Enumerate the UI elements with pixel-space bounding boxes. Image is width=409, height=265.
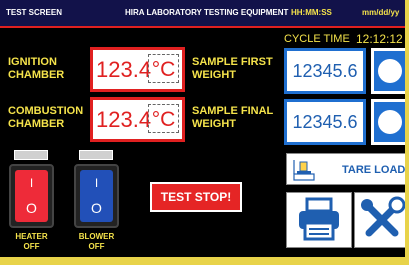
circle-icon xyxy=(378,59,402,83)
blower-off-mark: O xyxy=(91,200,102,216)
tare-load-label: TARE LOAD xyxy=(342,164,405,176)
blower-on-mark: I xyxy=(94,176,99,190)
combustion-temp-value: 123.4 xyxy=(96,107,152,132)
tools-icon xyxy=(361,196,405,237)
sample-first-weight-value[interactable]: 12345.6 xyxy=(284,48,366,94)
heater-indicator xyxy=(14,150,48,160)
blower-indicator xyxy=(79,150,113,160)
screen-title: TEST SCREEN xyxy=(6,8,63,17)
blower-switch[interactable]: I O xyxy=(74,164,119,228)
time-format: HH:MM:SS xyxy=(291,8,332,17)
heater-switch-face: I O xyxy=(15,170,48,222)
sample-final-weight-button[interactable] xyxy=(371,99,405,145)
tare-load-button[interactable]: TARE LOAD xyxy=(286,153,405,185)
sample-final-weight-label: SAMPLE FINAL WEIGHT xyxy=(192,105,274,130)
blower-label: BLOWER OFF xyxy=(78,232,115,251)
heater-label: HEATER OFF xyxy=(15,232,48,251)
heater-on-mark: I xyxy=(29,176,34,190)
ignition-temp-display: 123.4 °C xyxy=(90,47,185,92)
blower-switch-face: I O xyxy=(80,170,113,222)
test-stop-button[interactable]: TEST STOP! xyxy=(150,182,242,212)
printer-icon xyxy=(299,197,339,241)
sample-final-weight-value[interactable]: 12345.6 xyxy=(284,99,366,145)
sample-first-weight-button[interactable] xyxy=(371,48,405,94)
hmi-panel: TEST SCREEN HIRA LABORATORY TESTING EQUI… xyxy=(0,0,405,257)
ignition-temp-unit: °C xyxy=(148,54,179,83)
cycle-time-value: 12:12:12 xyxy=(356,32,403,46)
company-name: HIRA LABORATORY TESTING EQUIPMENT xyxy=(125,8,289,17)
combustion-chamber-label: COMBUSTION CHAMBER xyxy=(8,105,84,130)
top-status-bar: TEST SCREEN HIRA LABORATORY TESTING EQUI… xyxy=(0,0,405,28)
scale-icon xyxy=(293,160,315,181)
cycle-time-label: CYCLE TIME xyxy=(284,33,350,45)
heater-switch[interactable]: I O xyxy=(9,164,54,228)
screen-frame: TEST SCREEN HIRA LABORATORY TESTING EQUI… xyxy=(0,0,409,265)
circle-icon xyxy=(378,110,402,134)
date-format: mm/dd/yy xyxy=(362,8,400,17)
settings-button[interactable] xyxy=(354,192,405,248)
print-button[interactable] xyxy=(286,192,352,248)
ignition-temp-value: 123.4 xyxy=(96,57,152,82)
ignition-chamber-label: IGNITION CHAMBER xyxy=(8,56,65,81)
combustion-temp-display: 123.4 °C xyxy=(90,97,185,142)
combustion-temp-unit: °C xyxy=(148,104,179,133)
heater-off-mark: O xyxy=(26,200,37,216)
sample-first-weight-label: SAMPLE FIRST WEIGHT xyxy=(192,56,273,81)
